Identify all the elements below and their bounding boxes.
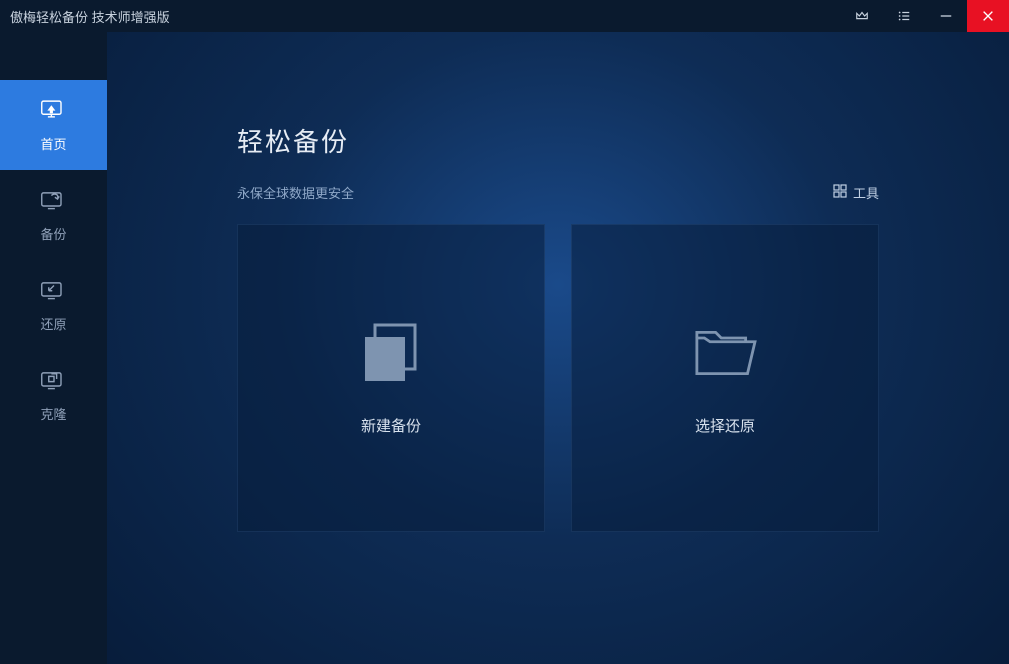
home-icon	[40, 97, 68, 124]
minimize-button[interactable]	[925, 0, 967, 32]
sidebar-item-backup[interactable]: 备份	[0, 170, 107, 260]
sidebar-item-restore[interactable]: 还原	[0, 260, 107, 350]
backup-icon	[40, 187, 68, 214]
copy-icon	[355, 321, 427, 385]
tools-link[interactable]: 工具	[833, 183, 879, 202]
cards-row: 新建备份 选择还原	[237, 224, 879, 532]
crown-button[interactable]	[841, 0, 883, 32]
sidebar-item-label: 首页	[40, 134, 66, 153]
sidebar-item-label: 备份	[40, 224, 66, 243]
sidebar-item-clone[interactable]: 克隆	[0, 350, 107, 440]
sidebar: 首页 备份 还原	[0, 32, 107, 664]
card-new-backup[interactable]: 新建备份	[237, 224, 545, 532]
menu-button[interactable]	[883, 0, 925, 32]
subtitle: 永保全球数据更安全	[237, 183, 354, 202]
main-content: 轻松备份 永保全球数据更安全 工具	[107, 32, 1009, 664]
card-label: 新建备份	[361, 415, 421, 436]
folder-icon	[689, 321, 761, 385]
titlebar: 傲梅轻松备份 技术师增强版	[0, 0, 1009, 32]
page-title: 轻松备份	[237, 122, 879, 159]
grid-icon	[833, 184, 847, 201]
sidebar-item-home[interactable]: 首页	[0, 80, 107, 170]
sidebar-item-label: 还原	[40, 314, 66, 333]
card-restore[interactable]: 选择还原	[571, 224, 879, 532]
app-title: 傲梅轻松备份 技术师增强版	[10, 7, 170, 26]
sidebar-item-label: 克隆	[40, 404, 66, 423]
close-button[interactable]	[967, 0, 1009, 32]
tools-label: 工具	[853, 183, 879, 202]
title-controls	[841, 0, 1009, 32]
subtitle-row: 永保全球数据更安全 工具	[237, 183, 879, 202]
restore-icon	[40, 277, 68, 304]
card-label: 选择还原	[695, 415, 755, 436]
clone-icon	[40, 367, 68, 394]
